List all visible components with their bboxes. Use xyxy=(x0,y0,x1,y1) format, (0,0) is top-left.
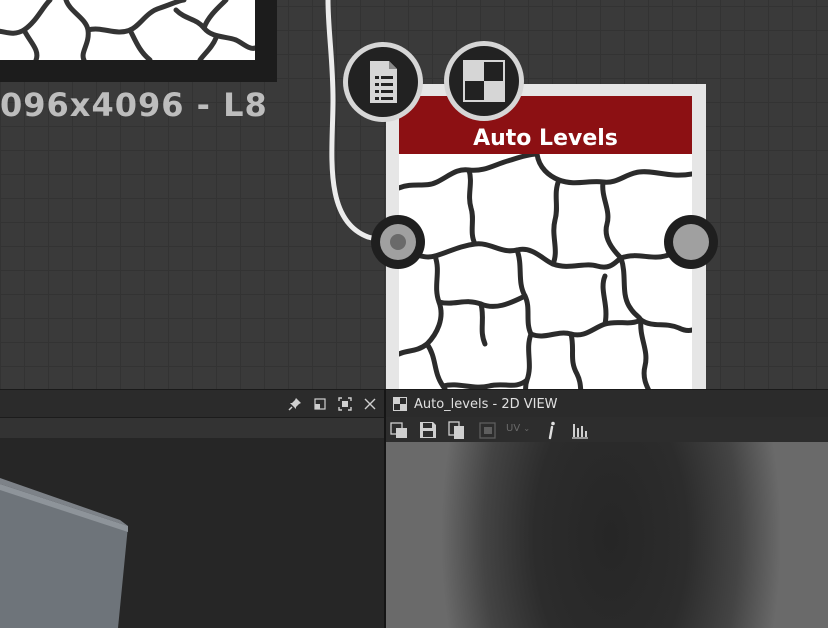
input-port[interactable] xyxy=(371,215,425,269)
2d-view-toolbar: UV ⌄ xyxy=(386,417,828,442)
uv-label: UV xyxy=(506,423,521,434)
close-icon[interactable] xyxy=(362,396,378,412)
node-title: Auto Levels xyxy=(473,126,618,151)
histogram-icon[interactable] xyxy=(570,420,590,440)
paste-icon[interactable] xyxy=(447,420,467,440)
3d-view-panel[interactable] xyxy=(0,389,384,628)
chevron-down-icon: ⌄ xyxy=(523,424,531,433)
left-panel-toolbar xyxy=(0,417,384,439)
restore-icon[interactable] xyxy=(312,396,328,412)
maximize-icon[interactable] xyxy=(337,396,353,412)
2d-view-panel[interactable]: Auto_levels - 2D VIEW UV ⌄ xyxy=(386,389,828,628)
checker-icon xyxy=(463,60,505,102)
uv-dropdown[interactable]: UV ⌄ xyxy=(506,423,530,434)
node-output-badge[interactable] xyxy=(444,41,524,121)
checker-icon xyxy=(393,397,407,411)
node-thumbnail xyxy=(399,154,692,389)
node-info-badge[interactable] xyxy=(343,42,423,122)
copy-view-icon[interactable] xyxy=(389,420,409,440)
pin-icon[interactable] xyxy=(287,396,303,412)
tiling-icon[interactable] xyxy=(478,420,498,440)
auto-levels-node[interactable]: Auto Levels xyxy=(386,84,706,389)
3d-viewport[interactable] xyxy=(0,438,384,628)
node-graph[interactable]: 096x4096 - L8 Auto Levels xyxy=(0,0,828,389)
node-header[interactable]: Auto Levels xyxy=(399,96,692,154)
info-icon[interactable] xyxy=(542,420,562,440)
2d-view-title: Auto_levels - 2D VIEW xyxy=(414,397,558,412)
document-list-icon xyxy=(370,61,397,103)
output-port[interactable] xyxy=(664,215,718,269)
2d-view-header: Auto_levels - 2D VIEW xyxy=(386,389,828,418)
2d-viewport[interactable] xyxy=(386,442,828,628)
crack-pattern-preview xyxy=(399,154,692,389)
left-panel-header xyxy=(0,389,384,418)
3d-cube-preview xyxy=(0,478,128,628)
save-icon[interactable] xyxy=(418,420,438,440)
